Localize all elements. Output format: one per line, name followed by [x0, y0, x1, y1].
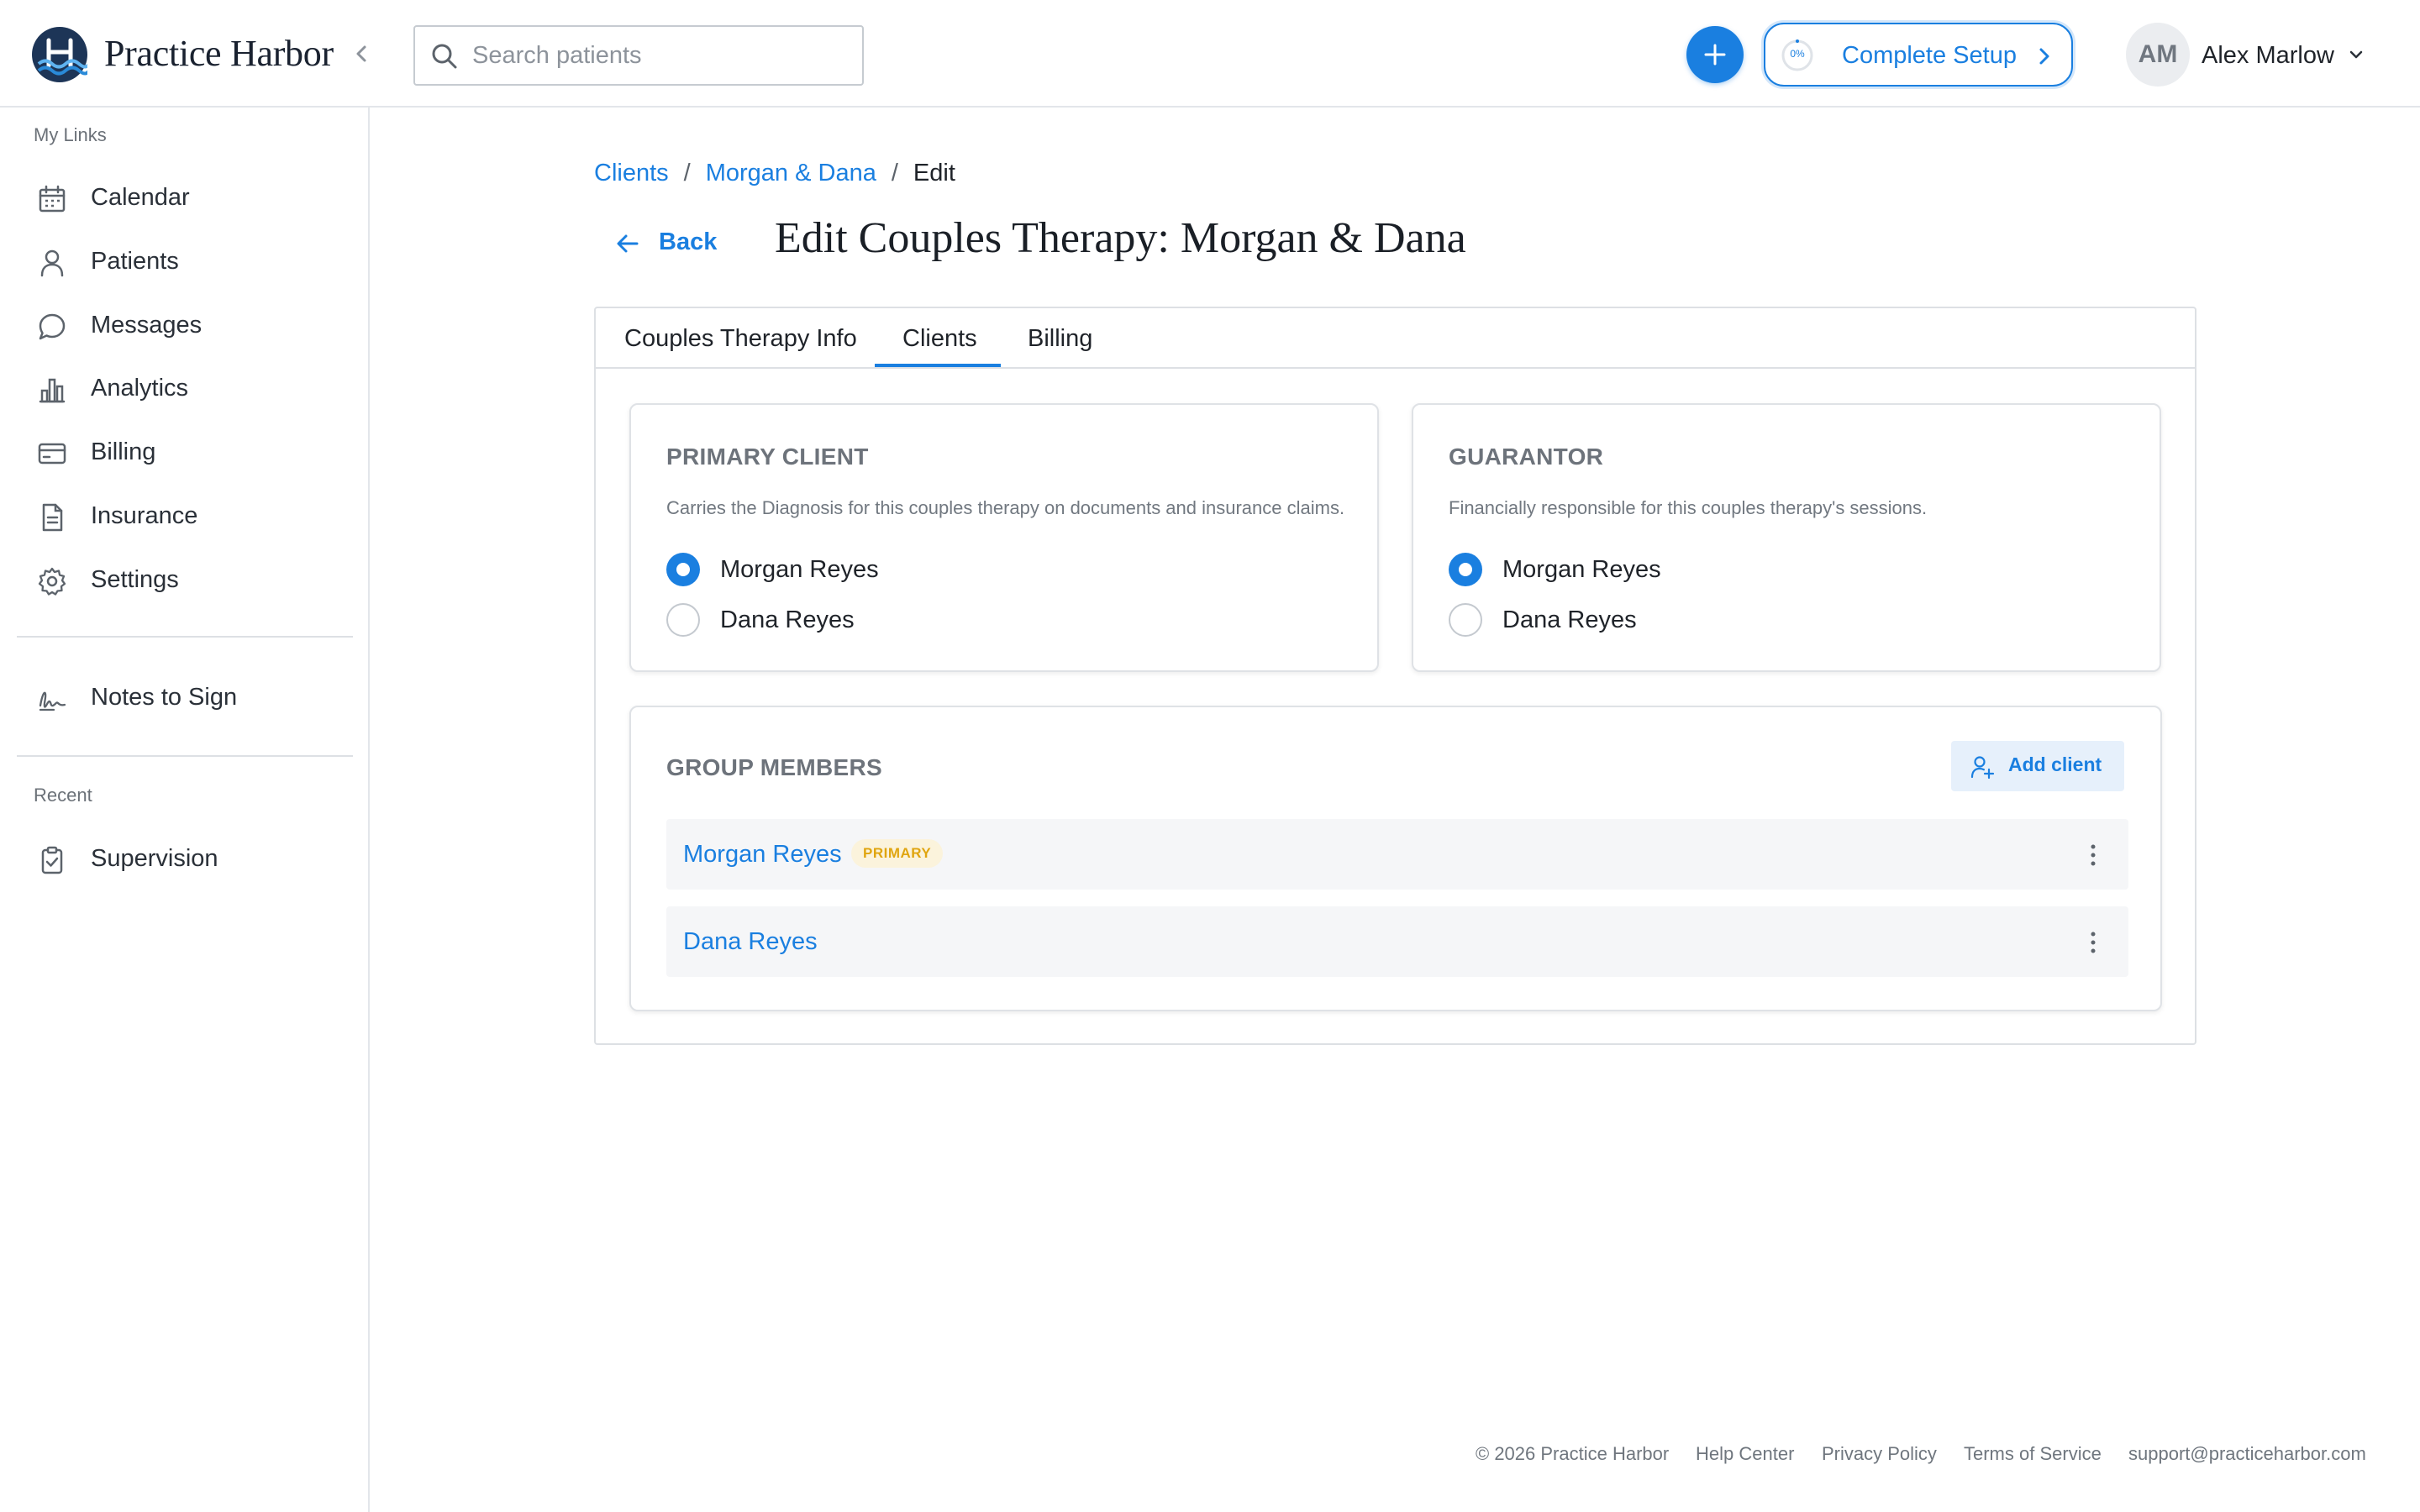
guarantor-card: GUARANTOR Financially responsible for th…: [1412, 403, 2161, 672]
sidebar-item-label: Billing: [91, 438, 156, 465]
person-icon: [40, 249, 64, 277]
user-name[interactable]: Alex Marlow: [2202, 42, 2334, 70]
sidebar: My Links Calendar Patients Messages Anal…: [0, 108, 370, 1512]
primary-client-description: Carries the Diagnosis for this couples t…: [666, 497, 1345, 518]
sidebar-item-supervision[interactable]: Supervision: [17, 832, 353, 885]
arrow-left-icon: [617, 234, 639, 253]
breadcrumb-separator: /: [891, 160, 898, 186]
chat-bubble-icon: [39, 313, 66, 340]
user-avatar[interactable]: AM: [2126, 23, 2190, 87]
group-members-card: GROUP MEMBERS Add client Morgan Reyes PR…: [629, 706, 2162, 1011]
breadcrumb: Clients / Morgan & Dana / Edit: [594, 160, 955, 187]
my-links-heading: My Links: [34, 124, 107, 145]
setup-progress-text: 0%: [1790, 48, 1805, 60]
more-options-icon[interactable]: [2081, 841, 2106, 869]
calendar-icon: [39, 185, 66, 213]
add-client-label: Add client: [2008, 753, 2102, 775]
chevron-right-icon: [2039, 48, 2049, 65]
sidebar-item-label: Notes to Sign: [91, 684, 238, 711]
search-icon: [432, 44, 457, 69]
sidebar-item-label: Settings: [91, 566, 179, 593]
member-name-link[interactable]: Dana Reyes: [683, 928, 818, 956]
search-box[interactable]: [413, 25, 864, 86]
sidebar-item-calendar[interactable]: Calendar: [17, 171, 353, 224]
active-tab-indicator: [875, 364, 1001, 367]
sidebar-item-label: Analytics: [91, 375, 189, 402]
primary-badge: PRIMARY: [851, 839, 944, 868]
group-members-title: GROUP MEMBERS: [666, 754, 882, 780]
collapse-sidebar-chevron-icon[interactable]: [350, 39, 373, 69]
footer-copyright: © 2026 Practice Harbor: [1476, 1443, 1670, 1464]
member-name-link[interactable]: Morgan Reyes: [683, 841, 842, 869]
guarantor-description: Financially responsible for this couples…: [1449, 497, 1928, 518]
sidebar-item-label: Supervision: [91, 845, 218, 872]
sidebar-item-patients[interactable]: Patients: [17, 234, 353, 288]
radio-label: Morgan Reyes: [1502, 556, 1661, 583]
sidebar-item-notes-to-sign[interactable]: Notes to Sign: [17, 670, 353, 724]
credit-card-icon: [38, 443, 66, 465]
quick-add-button[interactable]: [1686, 26, 1744, 83]
more-options-icon[interactable]: [2081, 928, 2106, 957]
brand-name[interactable]: Practice Harbor: [104, 32, 334, 75]
sidebar-item-billing[interactable]: Billing: [17, 425, 353, 479]
radio-label: Morgan Reyes: [720, 556, 879, 583]
sidebar-item-messages[interactable]: Messages: [17, 298, 353, 352]
sidebar-item-analytics[interactable]: Analytics: [17, 361, 353, 415]
footer-privacy-policy-link[interactable]: Privacy Policy: [1822, 1443, 1937, 1465]
recent-heading: Recent: [34, 785, 92, 806]
edit-panel: Couples Therapy Info Clients Billing PRI…: [594, 307, 2196, 1045]
practice-harbor-logo-icon[interactable]: [32, 27, 87, 82]
radio-selected[interactable]: [666, 553, 700, 586]
sidebar-item-label: Patients: [91, 248, 179, 275]
footer-help-center-link[interactable]: Help Center: [1696, 1443, 1794, 1465]
member-row: Morgan Reyes PRIMARY: [666, 819, 2128, 890]
complete-setup-label: Complete Setup: [1842, 42, 2017, 69]
radio-unselected[interactable]: [1449, 603, 1482, 637]
footer-terms-of-service-link[interactable]: Terms of Service: [1964, 1443, 2102, 1465]
chevron-down-icon[interactable]: [2348, 49, 2365, 60]
page-title: Edit Couples Therapy: Morgan & Dana: [775, 214, 1466, 262]
sidebar-item-settings[interactable]: Settings: [17, 553, 353, 606]
breadcrumb-morgan-dana-link[interactable]: Morgan & Dana: [706, 160, 876, 186]
clipboard-check-icon: [41, 846, 63, 874]
back-label: Back: [659, 228, 718, 255]
primary-client-title: PRIMARY CLIENT: [666, 444, 869, 470]
add-person-icon: [1970, 756, 1995, 780]
breadcrumb-clients-link[interactable]: Clients: [594, 160, 669, 186]
radio-selected[interactable]: [1449, 553, 1482, 586]
complete-setup-button[interactable]: 0% Complete Setup: [1764, 23, 2073, 87]
search-input[interactable]: [472, 37, 842, 74]
signature-icon: [39, 691, 66, 711]
sidebar-item-label: Calendar: [91, 184, 190, 211]
breadcrumb-separator: /: [683, 160, 691, 186]
plus-icon: [1704, 44, 1726, 66]
member-row: Dana Reyes: [666, 906, 2128, 977]
radio-label: Dana Reyes: [720, 606, 855, 633]
document-icon: [42, 503, 63, 532]
top-bar: Practice Harbor 0% Complete Setup AM Ale…: [0, 0, 2420, 108]
breadcrumb-current: Edit: [913, 160, 955, 186]
sidebar-item-label: Messages: [91, 312, 203, 339]
sidebar-divider: [17, 636, 353, 638]
add-client-button[interactable]: Add client: [1951, 741, 2124, 791]
bar-chart-icon: [39, 378, 66, 403]
tab-billing[interactable]: Billing: [1028, 325, 1092, 353]
guarantor-title: GUARANTOR: [1449, 444, 1604, 470]
radio-label: Dana Reyes: [1502, 606, 1637, 633]
sidebar-item-insurance[interactable]: Insurance: [17, 489, 353, 543]
sidebar-divider: [17, 755, 353, 757]
sidebar-item-label: Insurance: [91, 502, 198, 529]
tab-couples-therapy-info[interactable]: Couples Therapy Info: [624, 325, 857, 353]
tab-clients[interactable]: Clients: [902, 325, 977, 353]
gear-icon: [38, 567, 66, 596]
footer-support-email-link[interactable]: support@practiceharbor.com: [2128, 1443, 2366, 1465]
tab-bar: Couples Therapy Info Clients Billing: [596, 308, 2195, 369]
radio-unselected[interactable]: [666, 603, 700, 637]
primary-client-card: PRIMARY CLIENT Carries the Diagnosis for…: [629, 403, 1379, 672]
